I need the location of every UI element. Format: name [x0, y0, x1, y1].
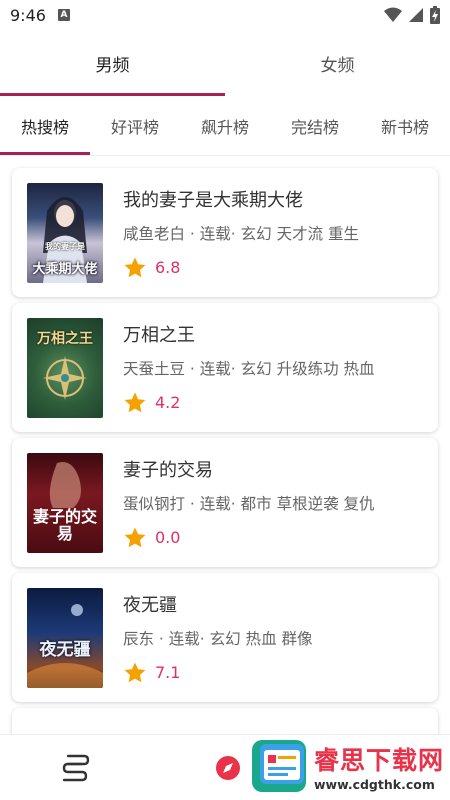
book-info: 万相之王 天蚕土豆 · 连载· 玄幻 升级练功 热血 4.2	[123, 321, 375, 415]
tab-male-label: 男频	[95, 55, 130, 76]
book-rating: 7.1	[123, 661, 313, 685]
tab-top-rated-label: 好评榜	[110, 117, 159, 137]
watermark-logo	[250, 738, 308, 794]
rank-tabs: 热搜榜 好评榜 飙升榜 完结榜 新书榜	[0, 96, 450, 156]
book-meta: 蛋似钢打 · 连载· 都市 草根逆袭 复仇	[123, 494, 375, 513]
cover-top-text: 我的妻子是	[45, 240, 85, 251]
book-meta: 辰东 · 连载· 玄幻 热血 群像	[123, 629, 313, 648]
book-info: 我的妻子是大乘期大佬 咸鱼老白 · 连载· 玄幻 天才流 重生 6.8	[123, 186, 359, 280]
tab-completed-label: 完结榜	[290, 117, 339, 137]
book-rating: 0.0	[123, 526, 375, 550]
book-title[interactable]: 夜无疆	[123, 591, 313, 617]
book-cover[interactable]: 万相之王	[27, 317, 103, 418]
cover-title-text: 妻子的交易	[33, 506, 98, 543]
watermark-name: 睿思下载网	[313, 745, 444, 775]
cover-art-sky	[27, 603, 103, 688]
book-cover[interactable]: 妻子的交易	[27, 452, 103, 553]
status-time: 9:46	[10, 5, 46, 25]
tab-male[interactable]: 男频	[0, 30, 225, 96]
star-icon	[124, 662, 146, 682]
book-cover[interactable]: 夜无疆	[27, 587, 103, 688]
star-icon	[124, 527, 146, 547]
book-meta: 咸鱼老白 · 连载· 玄幻 天才流 重生	[123, 224, 359, 243]
tab-rising[interactable]: 飙升榜	[180, 96, 270, 155]
book-rating: 6.8	[123, 256, 359, 280]
book-info: 妻子的交易 蛋似钢打 · 连载· 都市 草根逆袭 复仇 0.0	[123, 456, 375, 550]
watermark-logo-icon	[251, 740, 306, 792]
signal-icon	[409, 8, 423, 22]
rating-value: 4.2	[155, 393, 181, 412]
tab-new-books-label: 新书榜	[380, 117, 429, 137]
tab-completed[interactable]: 完结榜	[270, 96, 360, 155]
tab-female[interactable]: 女频	[225, 30, 450, 96]
tab-rising-label: 飙升榜	[200, 117, 249, 137]
watermark-text: 睿思下载网 www.cdgthk.com	[314, 741, 444, 792]
book-card[interactable]: 夜无疆 夜无疆 辰东 · 连载· 玄幻 热血 群像 7.1	[12, 573, 438, 702]
nav-bookshelf[interactable]	[0, 754, 150, 782]
book-title[interactable]: 妻子的交易	[123, 456, 375, 482]
watermark-url: www.cdgthk.com	[313, 776, 435, 792]
book-info: 夜无疆 辰东 · 连载· 玄幻 热血 群像 7.1	[123, 591, 313, 685]
star-icon	[124, 257, 146, 277]
book-card-partial[interactable]	[12, 708, 438, 734]
tab-hot-search[interactable]: 热搜榜	[0, 96, 90, 155]
book-card[interactable]: 我的妻子是 大乘期大佬 我的妻子是大乘期大佬 咸鱼老白 · 连载· 玄幻 天才流…	[12, 168, 438, 297]
cover-top-text: 万相之王	[37, 330, 93, 347]
compass-icon	[215, 755, 240, 780]
watermark: 睿思下载网 www.cdgthk.com	[250, 738, 444, 794]
tab-new-books[interactable]: 新书榜	[360, 96, 450, 155]
book-card[interactable]: 妻子的交易 妻子的交易 蛋似钢打 · 连载· 都市 草根逆袭 复仇 0.0	[12, 438, 438, 567]
rating-value: 0.0	[155, 528, 181, 547]
rating-value: 6.8	[155, 258, 181, 277]
status-bar: 9:46 A	[0, 0, 450, 30]
tab-hot-search-label: 热搜榜	[20, 117, 69, 137]
cover-title-text: 夜无疆	[39, 639, 91, 660]
book-card[interactable]: 万相之王 万相之王 天蚕土豆 · 连载· 玄幻 升级练功 热血 4.2	[12, 303, 438, 432]
tab-female-label: 女频	[320, 55, 355, 76]
bookshelf-icon	[62, 754, 90, 781]
rating-value: 7.1	[155, 663, 181, 682]
star-icon	[124, 392, 146, 412]
wifi-icon	[384, 7, 402, 22]
gender-tabs: 男频 女频	[0, 30, 450, 96]
tab-top-rated[interactable]: 好评榜	[90, 96, 180, 155]
book-cover[interactable]: 我的妻子是 大乘期大佬	[27, 182, 103, 283]
book-title[interactable]: 我的妻子是大乘期大佬	[123, 186, 359, 212]
cover-title-text: 大乘期大佬	[32, 261, 98, 277]
status-icons	[384, 6, 440, 24]
book-list: 我的妻子是 大乘期大佬 我的妻子是大乘期大佬 咸鱼老白 · 连载· 玄幻 天才流…	[0, 156, 450, 734]
book-rating: 4.2	[123, 391, 375, 415]
book-title[interactable]: 万相之王	[123, 321, 375, 347]
a-icon: A	[57, 9, 70, 21]
book-meta: 天蚕土豆 · 连载· 玄幻 升级练功 热血	[123, 359, 375, 378]
battery-icon	[430, 6, 440, 24]
